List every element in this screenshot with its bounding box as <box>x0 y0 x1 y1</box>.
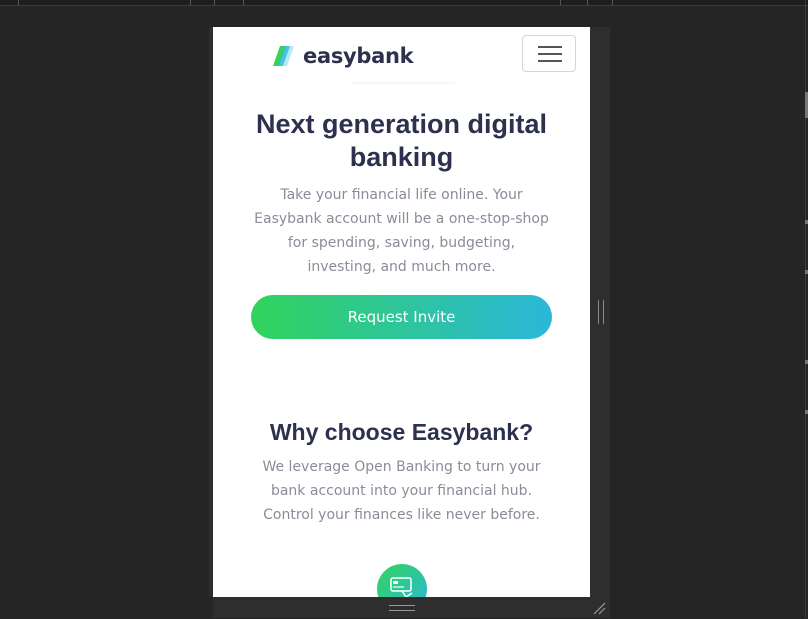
width-resize-handle[interactable] <box>598 300 604 324</box>
hero-title-line-1: Next generation digital <box>255 109 548 139</box>
request-invite-button[interactable]: Request Invite <box>251 295 552 339</box>
site-logo[interactable]: easybank <box>273 44 414 68</box>
devtools-top-strip <box>0 0 808 6</box>
site-header: easybank <box>213 27 590 89</box>
why-section-title: Why choose Easybank? <box>269 419 534 445</box>
corner-resize-handle[interactable] <box>592 600 606 615</box>
hero-title: Next generation digital banking <box>213 108 590 174</box>
menu-toggle-button[interactable] <box>522 35 576 72</box>
logo-mark-icon <box>273 46 294 66</box>
page-viewport: easybank Next generation digital banking… <box>213 27 590 597</box>
why-section-description: We leverage Open Banking to turn your ba… <box>262 459 541 523</box>
height-resize-handle[interactable] <box>389 605 415 611</box>
header-divider <box>351 82 455 85</box>
online-banking-icon <box>377 564 427 597</box>
hamburger-icon <box>538 46 562 48</box>
logo-wordmark: easybank <box>303 44 414 68</box>
hero-title-line-2: banking <box>349 142 454 172</box>
hero-description: Take your financial life online. Your Ea… <box>254 187 549 275</box>
